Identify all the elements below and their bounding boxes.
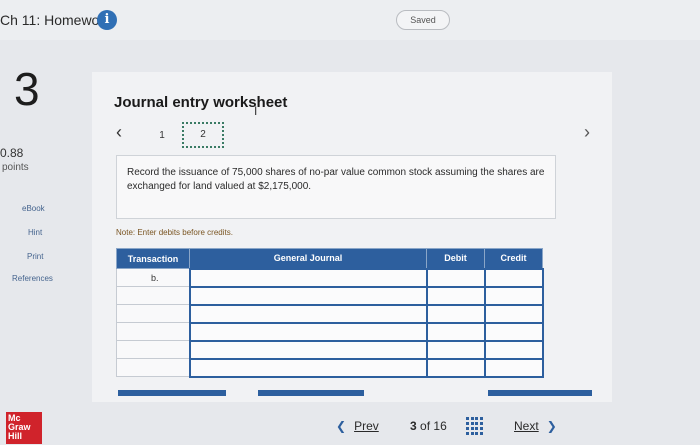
header-general-journal: General Journal [189, 248, 427, 269]
transaction-cell [116, 322, 190, 341]
debit-field[interactable] [425, 285, 486, 306]
mcgraw-hill-logo: Mc Graw Hill [6, 412, 42, 444]
hint-link[interactable]: Hint [28, 228, 42, 237]
table-row [116, 285, 544, 306]
credit-field[interactable] [483, 357, 544, 378]
next-label: Next [514, 419, 539, 433]
points-label: points [2, 162, 29, 173]
assignment-title: Ch 11: Homework [0, 12, 112, 28]
prev-label: Prev [354, 419, 379, 433]
credit-field[interactable] [483, 339, 544, 360]
credit-field[interactable] [483, 303, 544, 324]
prompt-box: Record the issuance of 75,000 shares of … [116, 155, 556, 219]
general-journal-field[interactable] [188, 321, 428, 342]
transaction-cell [116, 304, 190, 323]
transaction-cell [116, 286, 190, 305]
table-row [116, 321, 544, 342]
prompt-text: Record the issuance of 75,000 shares of … [127, 167, 545, 192]
table-row [116, 357, 544, 378]
general-journal-field[interactable] [188, 339, 428, 360]
question-pager: 3 of 16 [410, 419, 447, 433]
current-question: 3 [410, 419, 417, 433]
journal-table: Transaction General Journal Debit Credit… [116, 248, 544, 378]
grid-icon[interactable] [466, 417, 484, 435]
transaction-cell [116, 358, 190, 377]
chevron-left-icon: ❮ [336, 419, 347, 433]
worksheet-title: Journal entry worksheet [114, 94, 288, 111]
table-row: b. [116, 267, 544, 288]
saved-status-badge: Saved [396, 10, 450, 30]
question-number: 3 [14, 63, 40, 115]
chevron-right-icon[interactable]: › [584, 122, 590, 143]
chevron-left-icon[interactable]: ‹ [116, 122, 122, 143]
ebook-link[interactable]: eBook [22, 204, 45, 213]
debit-field[interactable] [425, 357, 486, 378]
header-debit: Debit [426, 248, 485, 269]
debit-field[interactable] [425, 267, 486, 288]
transaction-cell [116, 340, 190, 359]
note-text: Note: Enter debits before credits. [116, 228, 233, 237]
step-2-tab[interactable]: 2 [182, 122, 224, 148]
of-label: of [420, 419, 431, 433]
total-questions: 16 [433, 419, 447, 433]
header-credit: Credit [484, 248, 543, 269]
next-button[interactable]: Next ❯ [514, 419, 557, 433]
credit-field[interactable] [483, 285, 544, 306]
general-journal-field[interactable] [188, 267, 428, 288]
chevron-right-icon: ❯ [546, 419, 557, 433]
record-entry-button[interactable] [118, 390, 226, 396]
text-cursor-icon: I [254, 104, 258, 118]
table-row [116, 339, 544, 360]
general-journal-field[interactable] [188, 357, 428, 378]
table-row [116, 303, 544, 324]
general-journal-field[interactable] [188, 285, 428, 306]
info-icon[interactable]: i [97, 10, 117, 30]
clear-entry-button[interactable] [258, 390, 364, 396]
debit-field[interactable] [425, 321, 486, 342]
points-value: 0.88 [0, 146, 24, 160]
general-journal-field[interactable] [188, 303, 428, 324]
view-journal-button[interactable] [488, 390, 592, 396]
references-link[interactable]: References [12, 274, 53, 283]
step-1-tab[interactable]: 1 [152, 130, 172, 141]
logo-line: Hill [8, 431, 23, 441]
prev-button[interactable]: ❮ Prev [336, 419, 379, 433]
credit-field[interactable] [483, 267, 544, 288]
credit-field[interactable] [483, 321, 544, 342]
header-transaction: Transaction [116, 248, 190, 269]
debit-field[interactable] [425, 303, 486, 324]
debit-field[interactable] [425, 339, 486, 360]
transaction-cell: b. [116, 268, 190, 287]
print-link[interactable]: Print [27, 252, 43, 261]
